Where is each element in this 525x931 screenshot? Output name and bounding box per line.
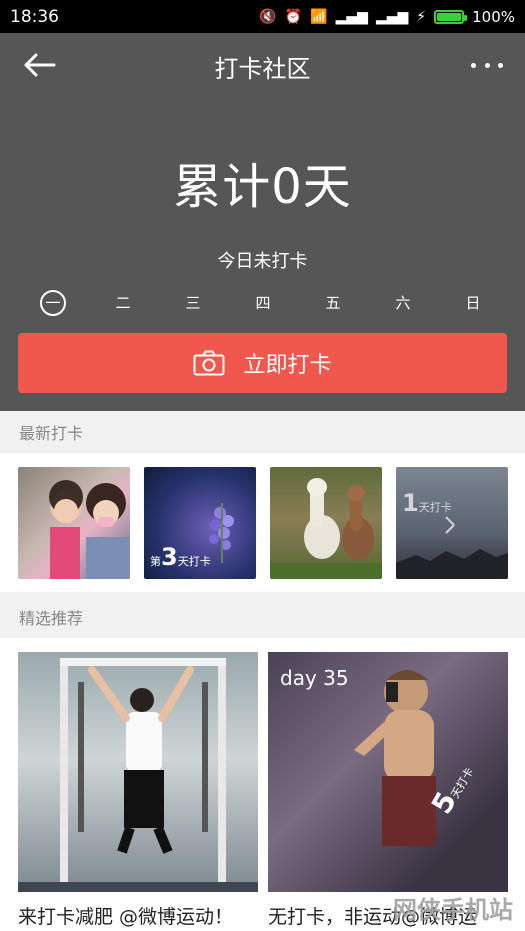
wifi-icon: 📶 <box>310 8 328 25</box>
thumb-caption: 1天打卡 <box>402 489 452 517</box>
site-watermark: 网侠手机站 <box>393 896 513 924</box>
mute-icon: 🔇 <box>259 8 277 25</box>
checkin-hero: 打卡社区 累计0天 今日未打卡 一 二 三 四 五 六 日 立即打卡 <box>0 33 525 411</box>
picks-list: 来打卡减肥 @微博运动！ day 35 5天打卡 无打卡，非运动@微博运 <box>0 638 525 931</box>
latest-section-title: 最新打卡 <box>0 411 525 453</box>
day-sun[interactable]: 日 <box>460 290 486 316</box>
battery-text: 100% <box>472 7 515 26</box>
total-days: 累计0天 <box>173 159 352 215</box>
latest-thumb[interactable] <box>270 467 382 579</box>
checkin-button-label: 立即打卡 <box>243 353 332 378</box>
latest-thumb[interactable] <box>18 467 130 579</box>
checkin-button[interactable]: 立即打卡 <box>18 333 507 393</box>
pick-card-image: day 35 5天打卡 <box>268 652 508 892</box>
alarm-icon: ⏰ <box>284 8 303 25</box>
more-dot-icon <box>498 62 503 68</box>
pick-card-overlay: day 35 <box>280 666 349 690</box>
more-dot-icon <box>471 62 476 68</box>
photo-two-girls <box>49 480 130 579</box>
photo-rooftops <box>396 516 508 579</box>
latest-thumb[interactable]: 1天打卡 <box>396 467 508 579</box>
signal2-icon: ▂▄▆ <box>375 8 409 25</box>
day-sat[interactable]: 六 <box>390 290 416 316</box>
latest-strip: 第3天打卡 1天打卡 <box>0 453 525 592</box>
status-icons: 🔇 ⏰ 📶 ▂▄▆ ▂▄▆ ⚡ 100% <box>259 8 515 26</box>
page-title: 打卡社区 <box>214 55 311 83</box>
nav-bar: 打卡社区 <box>0 33 525 97</box>
today-status: 今日未打卡 <box>217 251 308 272</box>
battery-level <box>437 12 462 21</box>
battery-icon <box>434 9 468 24</box>
picks-section-title: 精选推荐 <box>0 596 525 638</box>
status-time: 18:36 <box>10 6 59 27</box>
thumb-caption: 第3天打卡 <box>150 543 211 571</box>
more-dot-icon <box>484 62 490 68</box>
day-tue[interactable]: 二 <box>110 290 136 316</box>
day-wed[interactable]: 三 <box>180 290 206 316</box>
photo-alpacas <box>270 478 382 579</box>
pick-card-text: 来打卡减肥 @微博运动！ <box>18 906 234 928</box>
day-mon[interactable]: 一 <box>40 290 66 316</box>
day-thu[interactable]: 四 <box>250 290 276 316</box>
latest-thumb[interactable]: 第3天打卡 <box>144 467 256 579</box>
day-fri[interactable]: 五 <box>320 290 346 316</box>
week-row: 一 二 三 四 五 六 日 <box>20 290 505 316</box>
pick-card-image <box>18 652 258 892</box>
pick-card[interactable]: 来打卡减肥 @微博运动！ <box>18 652 258 931</box>
camera-icon <box>193 350 225 376</box>
signal-icon: ▂▄▆ <box>335 8 368 25</box>
status-bar: 18:36 🔇 ⏰ 📶 ▂▄▆ ▂▄▆ ⚡ 100% <box>0 0 525 33</box>
charging-icon: ⚡ <box>416 8 427 25</box>
photo-gym <box>18 658 258 892</box>
more-button[interactable] <box>467 53 507 77</box>
